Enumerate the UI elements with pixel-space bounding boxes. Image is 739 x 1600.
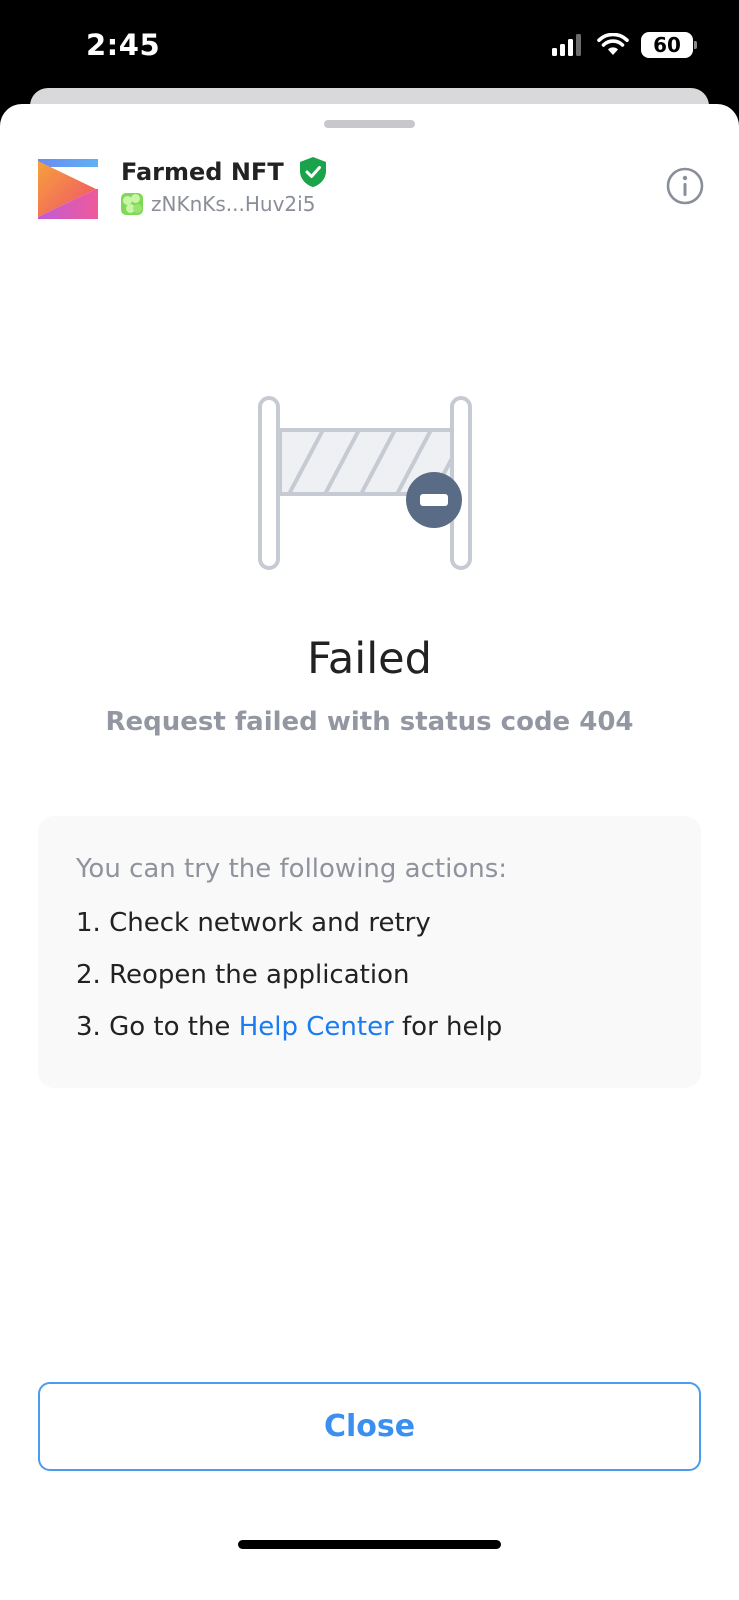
action-item-retry: 1. Check network and retry bbox=[76, 908, 431, 938]
action-item-help-suffix: for help bbox=[393, 1012, 503, 1042]
dapp-title-row: Farmed NFT bbox=[121, 156, 328, 188]
address-avatar bbox=[121, 193, 143, 215]
close-button[interactable]: Close bbox=[38, 1382, 701, 1471]
wifi-icon bbox=[597, 33, 629, 55]
help-center-link[interactable]: Help Center bbox=[239, 1012, 394, 1042]
actions-heading: You can try the following actions: bbox=[76, 854, 508, 884]
status-time: 2:45 bbox=[86, 28, 161, 62]
action-item-help: 3. Go to the Help Center for help bbox=[76, 1010, 701, 1062]
verified-shield-icon bbox=[299, 157, 326, 187]
address-row: zNKnKs...Huv2i5 bbox=[121, 192, 315, 216]
status-indicators: 60 bbox=[552, 32, 697, 58]
suggested-actions-box: You can try the following actions: 1. Ch… bbox=[38, 816, 701, 1088]
result-title: Failed bbox=[307, 634, 432, 684]
wallet-address: zNKnKs...Huv2i5 bbox=[151, 192, 316, 216]
action-item-reopen: 2. Reopen the application bbox=[76, 960, 410, 990]
cellular-signal-icon bbox=[552, 34, 581, 56]
dapp-logo-icon bbox=[38, 159, 98, 219]
status-bar: 2:45 60 bbox=[0, 0, 739, 100]
home-indicator bbox=[238, 1540, 501, 1549]
info-icon[interactable] bbox=[665, 166, 705, 206]
battery-level: 60 bbox=[653, 33, 681, 57]
barrier-failed-illustration bbox=[258, 396, 472, 570]
dapp-name: Farmed NFT bbox=[121, 158, 284, 186]
result-sheet: Farmed NFT zNKnKs...Huv2i5 Failed Reques… bbox=[0, 104, 739, 1600]
sheet-grabber[interactable] bbox=[324, 120, 415, 128]
result-message: Request failed with status code 404 bbox=[105, 707, 634, 737]
action-item-help-prefix: 3. Go to the bbox=[76, 1012, 239, 1042]
battery-icon: 60 bbox=[641, 32, 697, 58]
